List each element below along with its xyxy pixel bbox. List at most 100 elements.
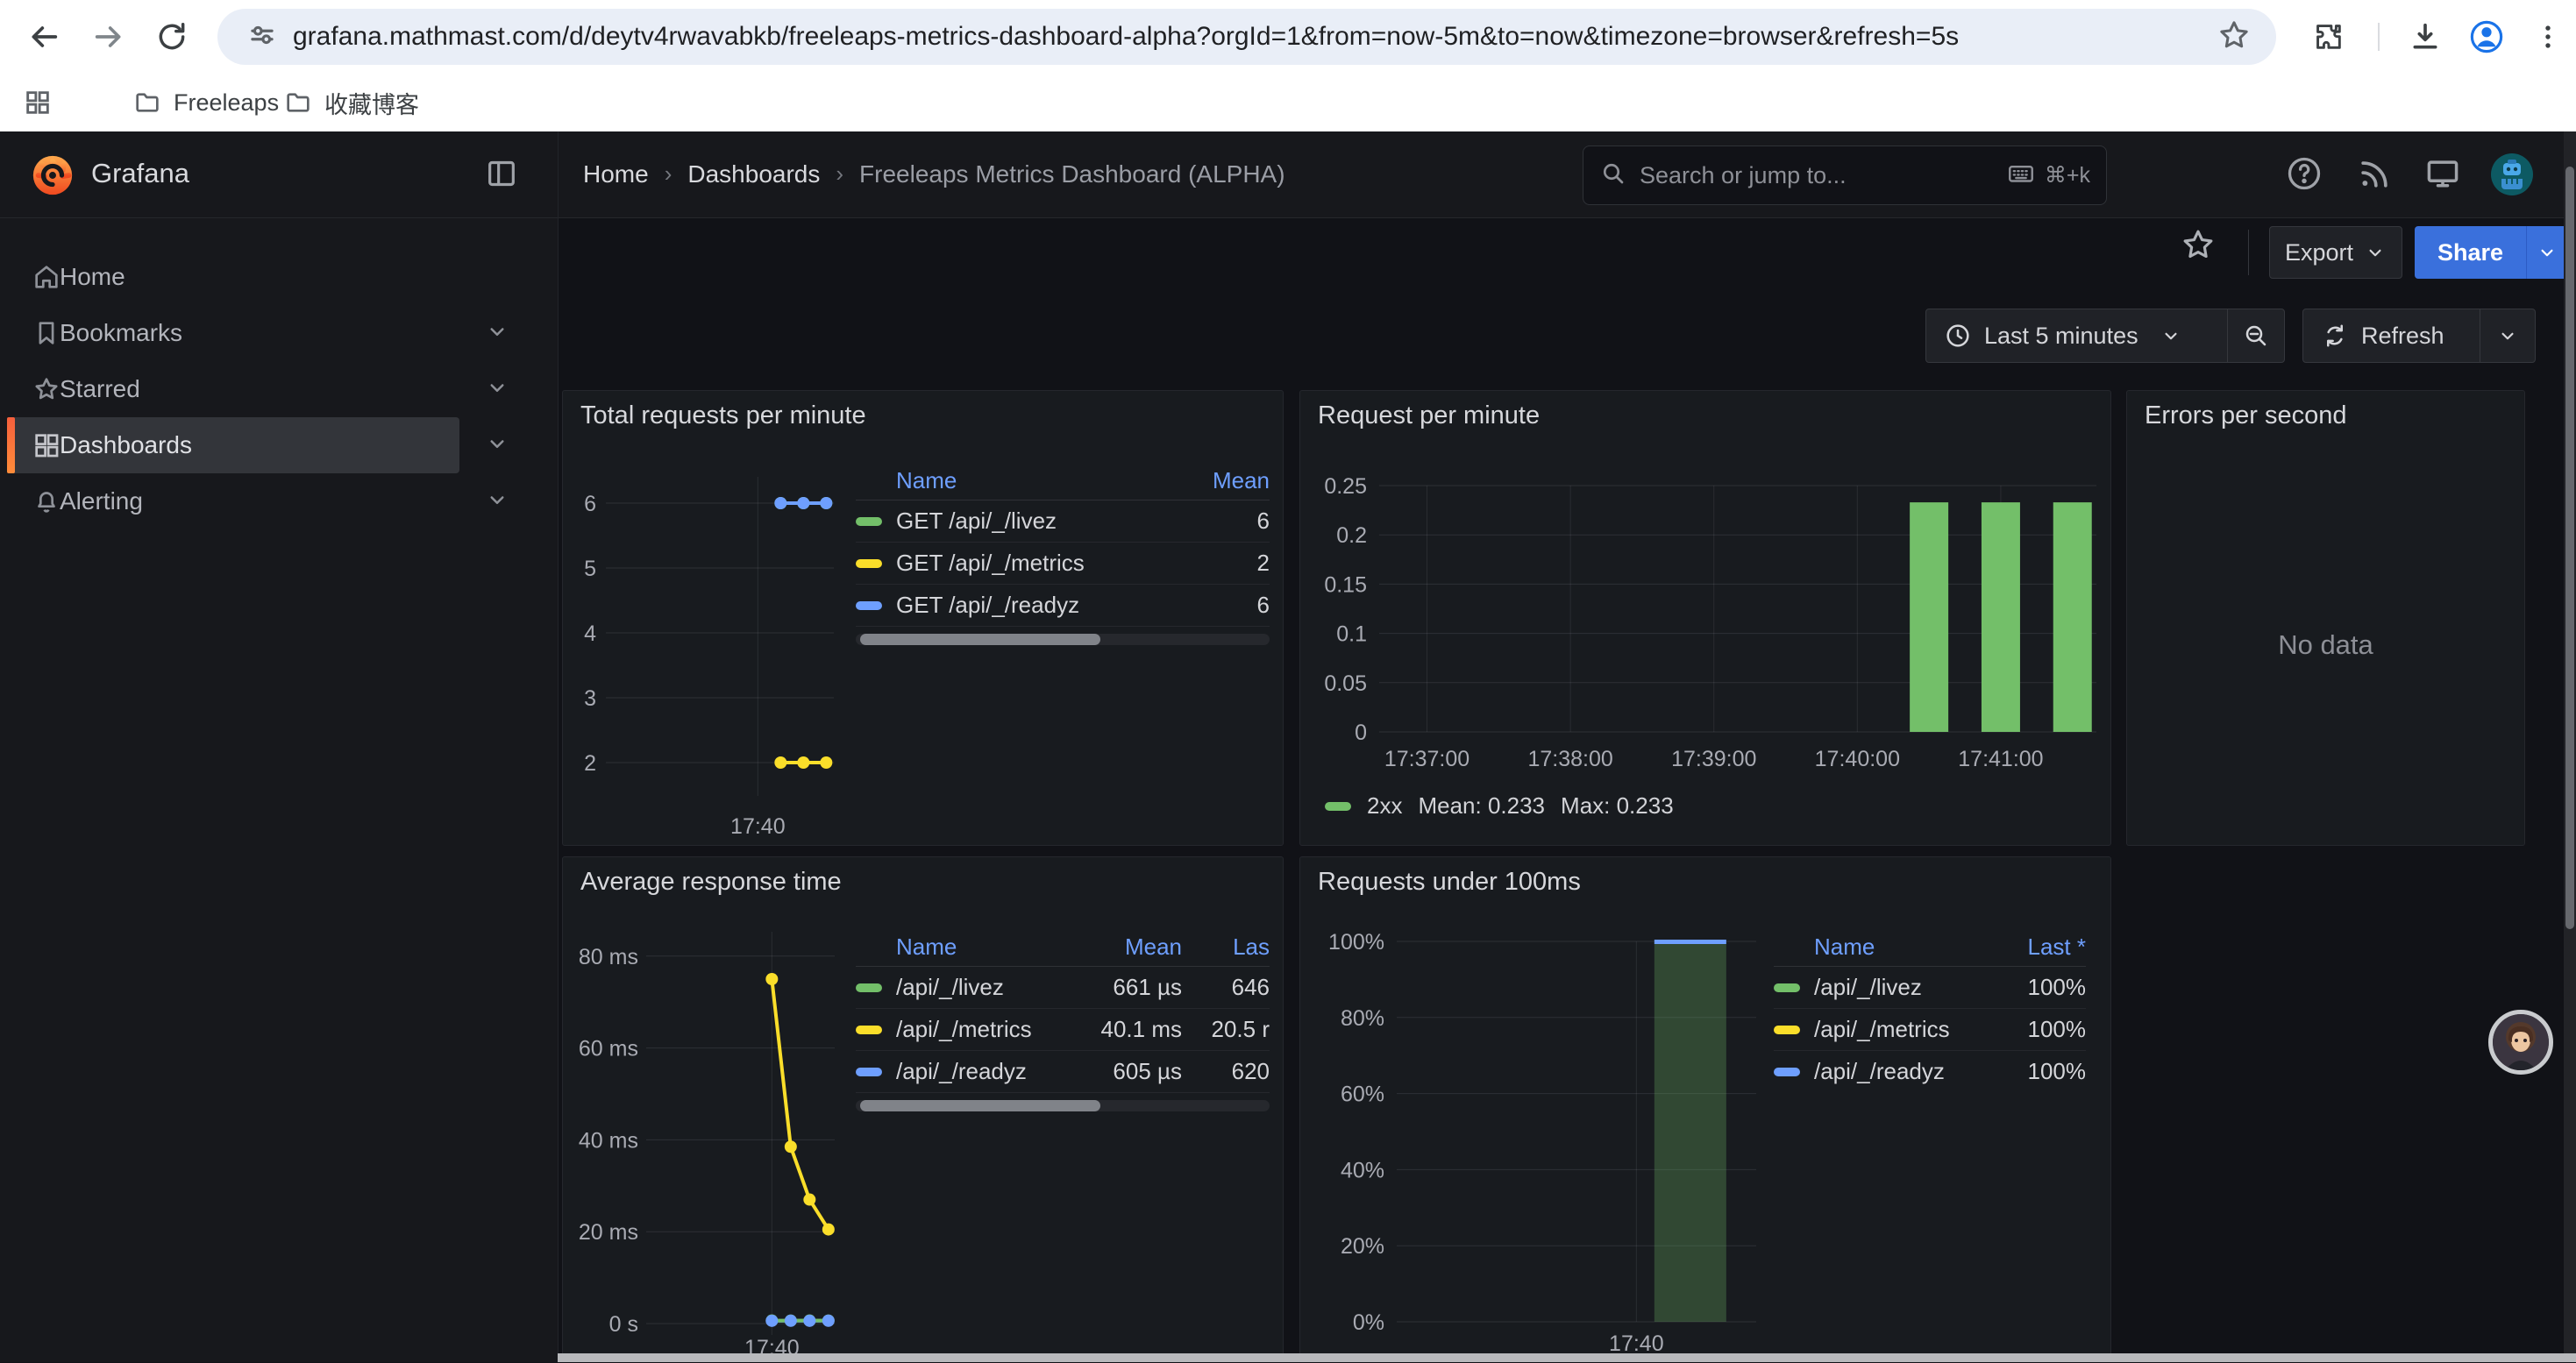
legend-table: Name Mean GET /api/_/livez 6 GET /api/_/… — [856, 461, 1270, 645]
apps-button[interactable] — [23, 82, 53, 123]
series-color-pill — [856, 1068, 882, 1076]
reload-button[interactable] — [147, 12, 196, 61]
site-settings-icon[interactable] — [246, 18, 279, 56]
chevron-down-icon[interactable] — [484, 430, 510, 461]
refresh-interval-button[interactable] — [2480, 324, 2535, 347]
help-icon — [2285, 154, 2323, 193]
legend-col-name[interactable]: Name — [1814, 934, 1998, 961]
svg-text:17:39:00: 17:39:00 — [1671, 747, 1756, 771]
chevron-down-icon[interactable] — [484, 374, 510, 405]
bookmark-label: 收藏博客 — [324, 86, 419, 120]
refresh-button[interactable]: Refresh — [2303, 322, 2480, 350]
sidebar-item-home[interactable]: Home — [7, 249, 459, 305]
legend-row[interactable]: GET /api/_/livez 6 — [856, 500, 1270, 543]
horizontal-scrollbar[interactable] — [558, 1353, 2576, 1362]
legend-scrollbar[interactable] — [856, 1100, 1270, 1111]
sidebar-item-bookmarks[interactable]: Bookmarks — [7, 305, 459, 361]
menu-button[interactable] — [2523, 12, 2572, 61]
help-button[interactable] — [2285, 154, 2323, 197]
svg-text:80 ms: 80 ms — [579, 945, 638, 969]
sidebar-item-starred[interactable]: Starred — [7, 361, 459, 417]
legend-col-mean[interactable]: Mean — [1050, 934, 1182, 961]
zoom-out-button[interactable] — [2228, 322, 2284, 350]
profile-button[interactable] — [2462, 12, 2511, 61]
panel-under-100ms: Requests under 100ms 0%20%40%60%80%100%1… — [1299, 856, 2111, 1362]
kiosk-mode-button[interactable] — [2423, 154, 2462, 197]
refresh-icon — [2321, 322, 2349, 350]
bookmark-folder-blogs[interactable]: 收藏博客 — [284, 82, 419, 123]
chevron-down-icon[interactable] — [484, 318, 510, 349]
svg-text:40%: 40% — [1341, 1158, 1384, 1182]
svg-text:40 ms: 40 ms — [579, 1128, 638, 1153]
legend-row[interactable]: /api/_/metrics 100% — [1774, 1009, 2086, 1051]
active-indicator — [7, 417, 15, 473]
legend-table: Name Mean Las /api/_/livez 661 µs 646 /a… — [856, 927, 1270, 1111]
bookmark-folder-freeleaps[interactable]: Freeleaps — [133, 82, 279, 123]
sidebar-item-label: Dashboards — [60, 431, 192, 459]
series-mean: 605 µs — [1050, 1058, 1182, 1085]
forward-button[interactable] — [84, 12, 133, 61]
legend-row[interactable]: GET /api/_/readyz 6 — [856, 585, 1270, 627]
legend-col-name[interactable]: Name — [896, 467, 1191, 494]
panel-title[interactable]: Errors per second — [2145, 401, 2347, 430]
legend-row[interactable]: /api/_/readyz 100% — [1774, 1051, 2086, 1092]
legend-col-mean[interactable]: Mean — [1191, 467, 1270, 494]
svg-text:2: 2 — [584, 751, 596, 776]
legend-row[interactable]: /api/_/livez 661 µs 646 — [856, 967, 1270, 1009]
export-button[interactable]: Export — [2269, 226, 2402, 279]
share-button[interactable]: Share — [2415, 226, 2567, 279]
extension-avatar-widget[interactable] — [2488, 1010, 2553, 1075]
profile-icon — [2468, 18, 2505, 55]
extensions-button[interactable] — [2304, 12, 2353, 61]
news-button[interactable] — [2355, 154, 2394, 197]
grafana-logo-icon — [28, 151, 77, 200]
dock-menu-button[interactable] — [484, 156, 519, 195]
chevron-down-icon[interactable] — [484, 486, 510, 517]
legend-row[interactable]: /api/_/livez 100% — [1774, 967, 2086, 1009]
url-bar[interactable]: grafana.mathmast.com/d/deytv4rwavabkb/fr… — [217, 9, 2276, 65]
breadcrumb-home[interactable]: Home — [583, 160, 649, 188]
legend[interactable]: 2xx Mean: 0.233 Max: 0.233 — [1325, 792, 1674, 820]
back-icon — [26, 19, 61, 54]
chevron-down-icon — [2536, 241, 2558, 264]
back-button[interactable] — [19, 12, 68, 61]
sidebar-item-label: Home — [60, 263, 125, 291]
share-menu-button[interactable] — [2527, 241, 2567, 264]
sidebar-item-alerting[interactable]: Alerting — [7, 473, 459, 529]
panel-avg-response-time: Average response time 0 s20 ms40 ms60 ms… — [562, 856, 1284, 1362]
svg-text:0.1: 0.1 — [1336, 622, 1367, 647]
share-label: Share — [2415, 239, 2526, 266]
scrollbar-thumb[interactable] — [860, 634, 1100, 645]
favorite-dashboard-button[interactable] — [2180, 226, 2217, 267]
legend-row[interactable]: /api/_/metrics 40.1 ms 20.5 r — [856, 1009, 1270, 1051]
scrollbar-thumb[interactable] — [2565, 167, 2574, 929]
brand-label[interactable]: Grafana — [91, 158, 189, 189]
breadcrumb-separator: › — [665, 160, 672, 188]
time-range-button[interactable]: Last 5 minutes — [1926, 322, 2227, 350]
sidebar-item-dashboards[interactable]: Dashboards — [7, 417, 459, 473]
series-max: Max: 0.233 — [1561, 792, 1674, 820]
search-icon — [1599, 160, 1627, 192]
url-text[interactable]: grafana.mathmast.com/d/deytv4rwavabkb/fr… — [293, 22, 2217, 52]
breadcrumb-dashboards[interactable]: Dashboards — [687, 160, 820, 188]
series-color-pill — [1325, 802, 1351, 811]
legend-col-last[interactable]: Last * — [1998, 934, 2086, 961]
svg-text:17:37:00: 17:37:00 — [1384, 747, 1469, 771]
clock-icon — [1944, 322, 1972, 350]
breadcrumb-current: Freeleaps Metrics Dashboard (ALPHA) — [859, 160, 1285, 188]
user-avatar[interactable] — [2490, 153, 2534, 201]
legend-row[interactable]: /api/_/readyz 605 µs 620 — [856, 1051, 1270, 1093]
bookmark-star-icon[interactable] — [2217, 18, 2252, 57]
svg-text:60 ms: 60 ms — [579, 1037, 638, 1061]
legend-col-name[interactable]: Name — [896, 934, 1050, 961]
scrollbar-thumb[interactable] — [860, 1100, 1100, 1111]
zoom-out-icon — [2242, 322, 2270, 350]
search-input[interactable]: Search or jump to... ⌘+k — [1583, 146, 2107, 205]
legend-row[interactable]: GET /api/_/metrics 2 — [856, 543, 1270, 585]
legend-col-last[interactable]: Las — [1182, 934, 1270, 961]
legend-scrollbar[interactable] — [856, 634, 1270, 645]
grafana-app: Grafana Home Bookmarks Starred Dashboard… — [0, 131, 2576, 1362]
vertical-scrollbar[interactable] — [2564, 131, 2576, 1362]
downloads-button[interactable] — [2401, 12, 2450, 61]
chevron-down-icon — [2496, 324, 2519, 347]
